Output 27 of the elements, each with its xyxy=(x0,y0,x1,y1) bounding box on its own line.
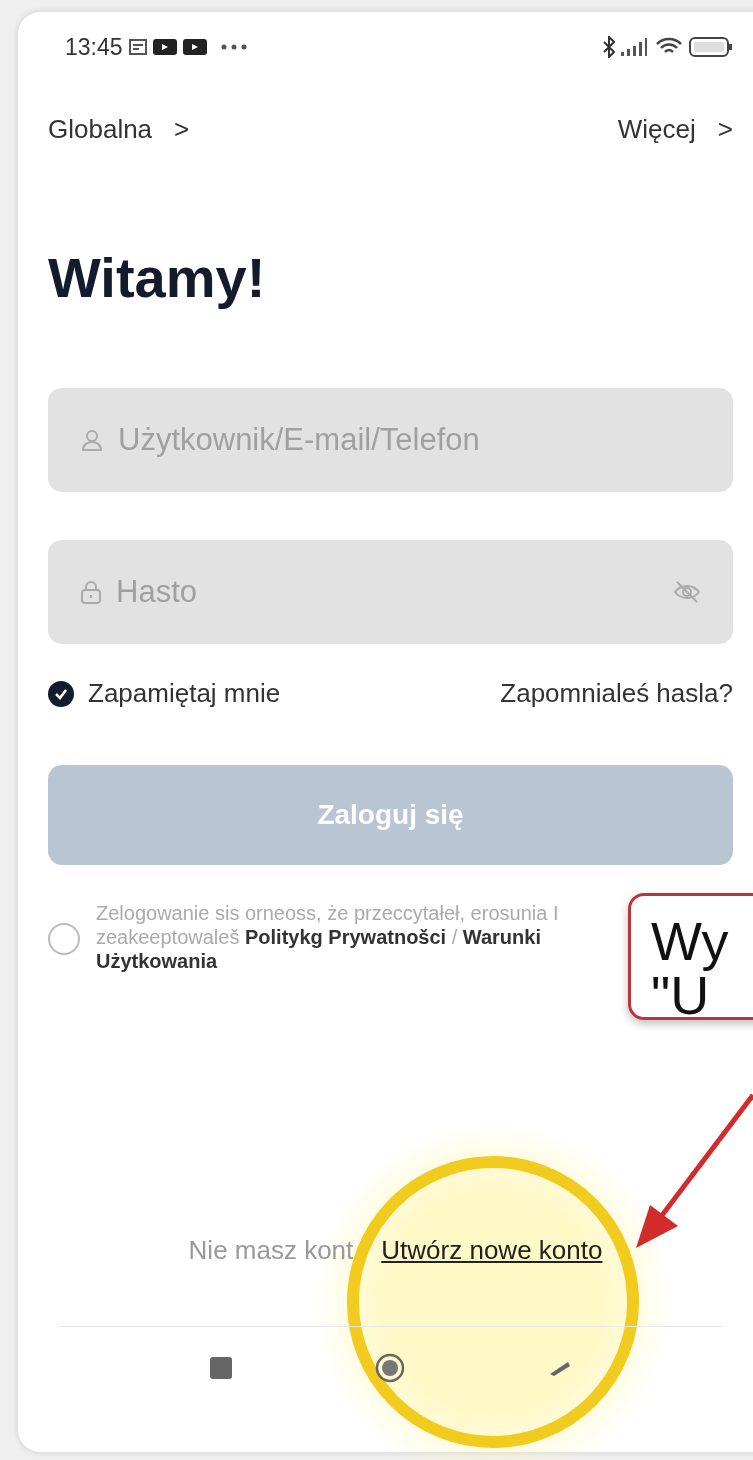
terms-text: Zelogowanie sis orneoss, że przeccytałeł, erosunia I zeakeeptowaleš Politykg Prywatnošci / Warunki Użytkowania xyxy=(96,901,560,973)
remember-checkbox[interactable] xyxy=(48,680,74,707)
terms-checkbox[interactable] xyxy=(48,923,80,955)
recents-icon[interactable] xyxy=(209,1357,232,1379)
notification-icon xyxy=(128,39,147,55)
person-icon xyxy=(80,428,104,452)
battery-icon xyxy=(689,37,733,57)
region-link[interactable]: Globalna > xyxy=(48,114,190,145)
password-field[interactable]: Hasto xyxy=(48,540,733,644)
notification-icon xyxy=(152,39,177,55)
username-field[interactable]: Użytkownik/E-mail/Telefon xyxy=(48,388,733,492)
more-icon xyxy=(220,44,247,50)
lock-icon xyxy=(80,580,102,604)
remember-label: Zapamiętaj mnie xyxy=(88,678,281,709)
status-time: 13:45 xyxy=(65,33,123,61)
create-account-link[interactable]: Utwórz nowe konto xyxy=(381,1235,603,1266)
forgot-password-link[interactable]: Zapomnialeś hasla? xyxy=(500,678,733,709)
bluetooth-icon xyxy=(603,36,615,58)
notification-icon xyxy=(182,39,207,55)
home-icon[interactable] xyxy=(374,1353,405,1383)
username-input[interactable]: Użytkownik/E-mail/Telefon xyxy=(118,422,701,458)
welcome-title: Witamy! xyxy=(48,245,267,310)
signal-icon xyxy=(621,38,649,56)
signup-prompt: Nie masz kont xyxy=(188,1235,354,1266)
more-link[interactable]: Więcej > xyxy=(617,114,733,145)
check-icon xyxy=(54,687,68,700)
password-input[interactable]: Hasto xyxy=(116,574,659,610)
